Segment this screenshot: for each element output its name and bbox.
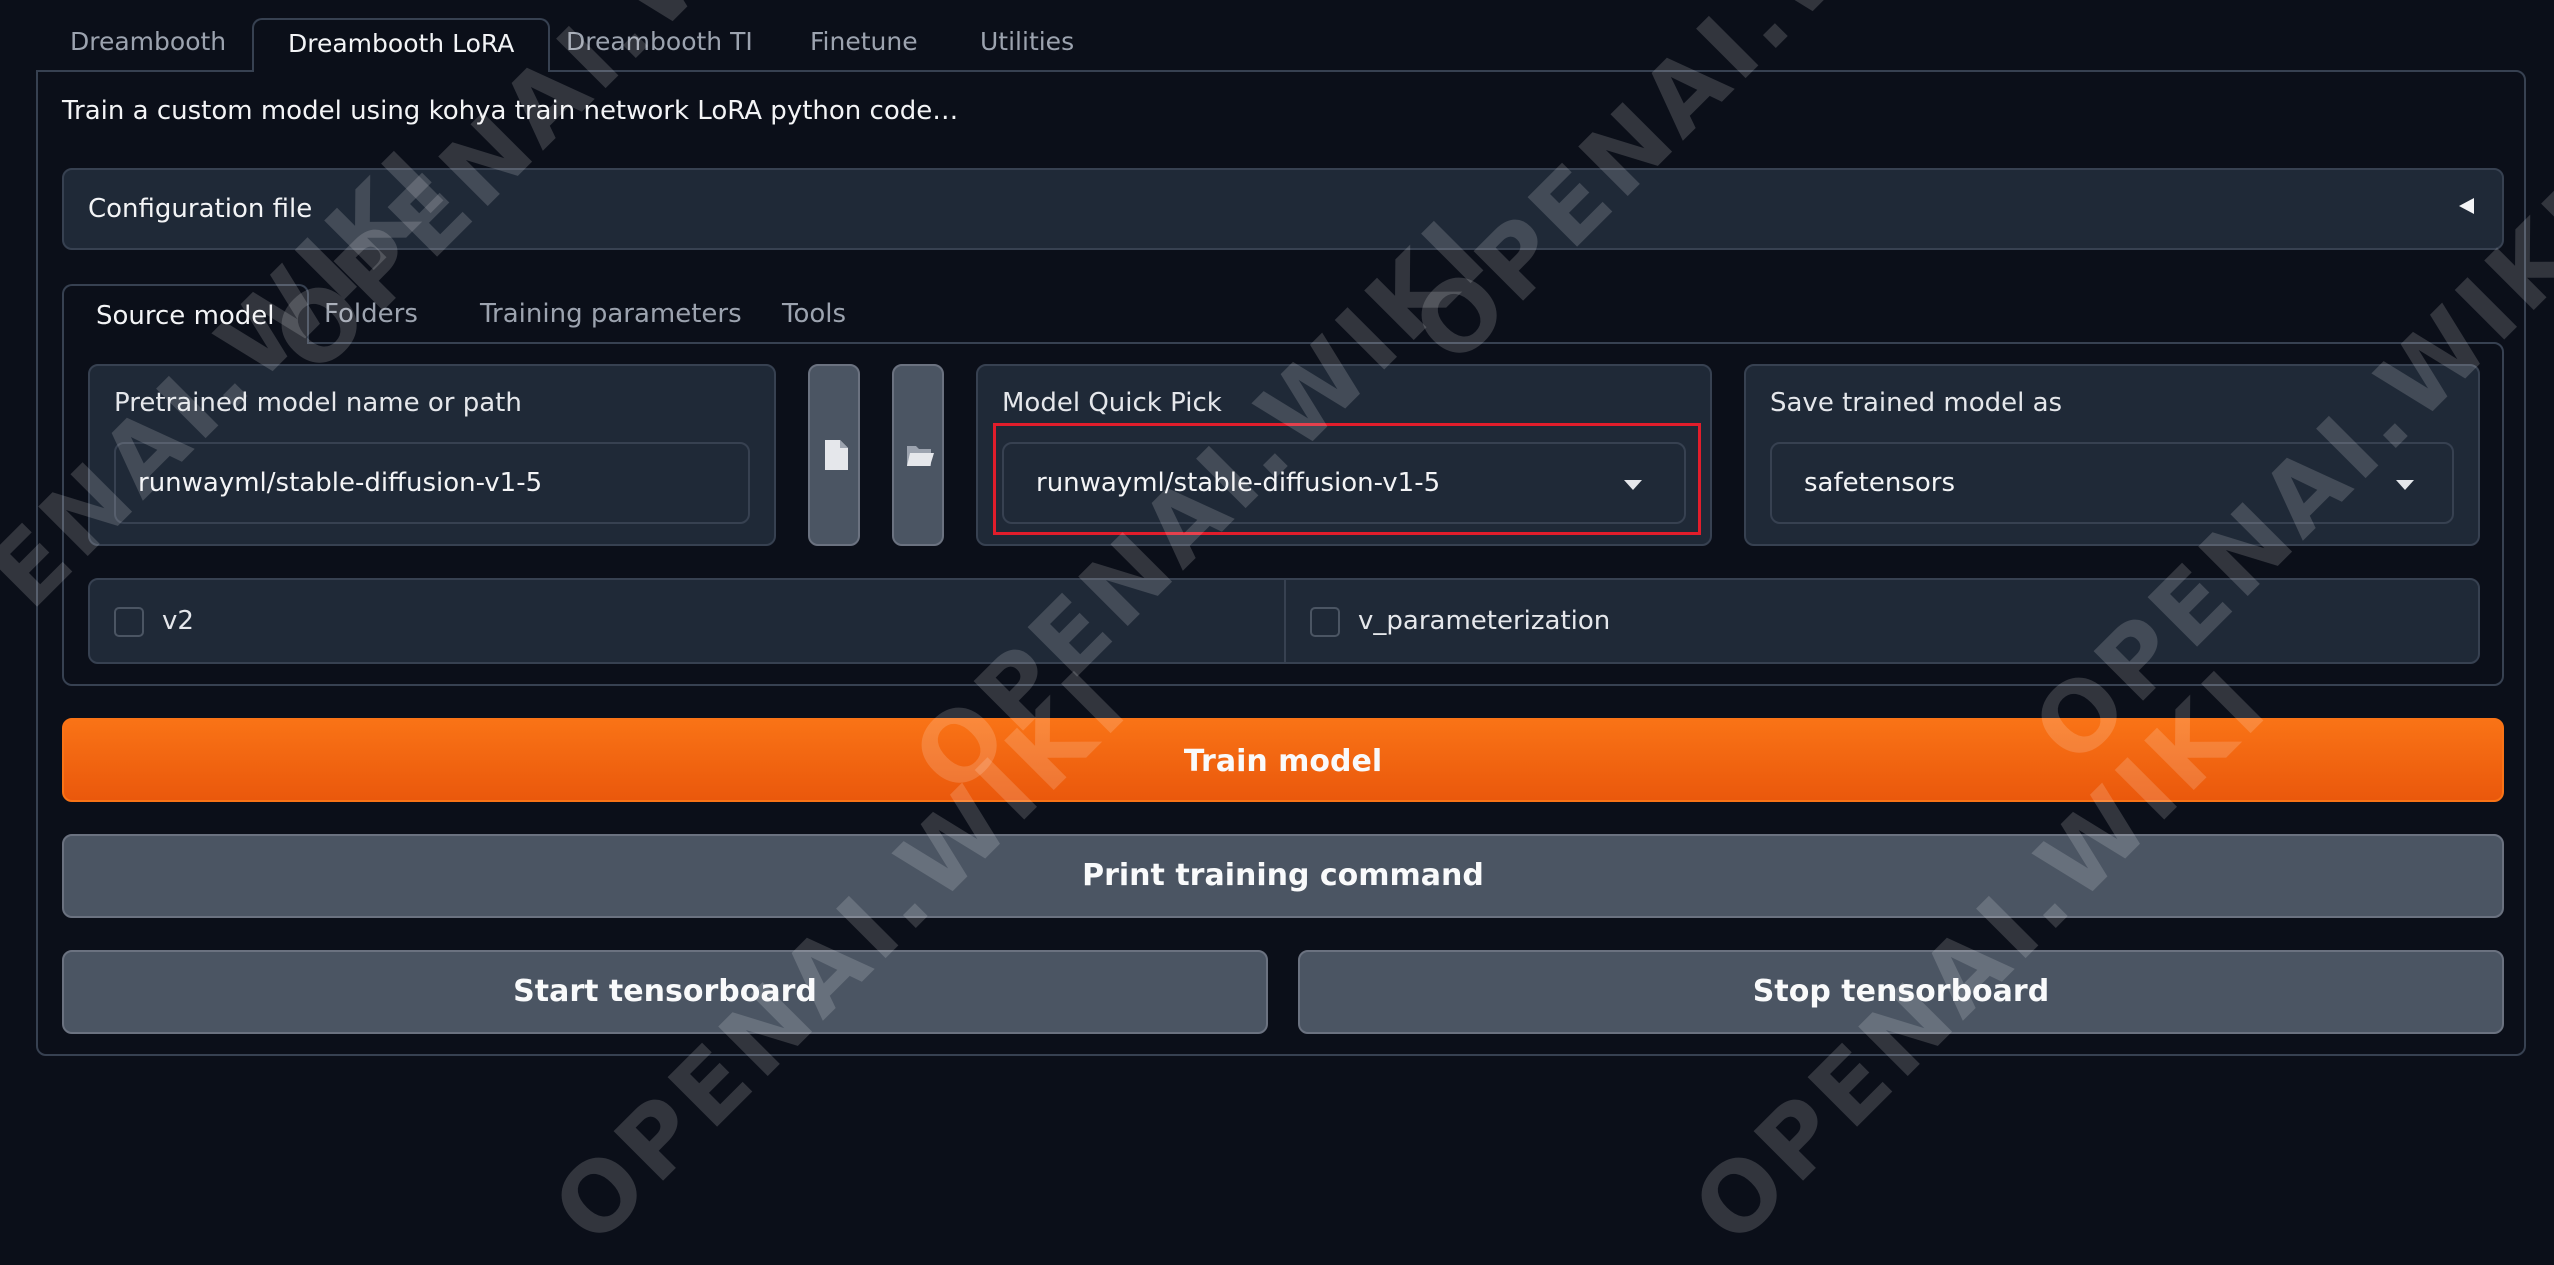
chevron-down-icon bbox=[2396, 480, 2414, 490]
v2-checkbox[interactable] bbox=[114, 607, 144, 637]
configuration-file-accordion[interactable]: Configuration file bbox=[62, 168, 2504, 250]
open-file-button[interactable] bbox=[808, 364, 860, 546]
pretrained-model-label: Pretrained model name or path bbox=[114, 388, 522, 418]
model-quick-pick-label: Model Quick Pick bbox=[1002, 388, 1222, 418]
save-model-as-label: Save trained model as bbox=[1770, 388, 2063, 418]
highlight-box bbox=[993, 423, 1701, 535]
triangle-left-icon bbox=[2452, 192, 2480, 220]
tab-source-model[interactable]: Source model bbox=[62, 284, 309, 344]
v-parameterization-checkbox-item[interactable]: v_parameterization bbox=[1286, 580, 2480, 662]
tab-description: Train a custom model using kohya train n… bbox=[62, 96, 959, 126]
folder-open-icon bbox=[907, 446, 934, 466]
tab-training-parameters[interactable]: Training parameters bbox=[448, 284, 774, 344]
open-folder-button[interactable] bbox=[892, 364, 944, 546]
stop-tensorboard-button[interactable]: Stop tensorboard bbox=[1298, 950, 2504, 1034]
v2-label: v2 bbox=[162, 606, 194, 636]
v-parameterization-checkbox[interactable] bbox=[1310, 607, 1340, 637]
pretrained-model-block: Pretrained model name or path runwayml/s… bbox=[88, 364, 776, 546]
print-training-command-button[interactable]: Print training command bbox=[62, 834, 2504, 918]
save-model-as-dropdown[interactable]: safetensors bbox=[1770, 442, 2454, 524]
tab-utilities[interactable]: Utilities bbox=[946, 18, 1108, 72]
file-icon bbox=[825, 440, 848, 470]
model-options-row: v2 v_parameterization bbox=[88, 578, 2480, 664]
pretrained-model-value: runwayml/stable-diffusion-v1-5 bbox=[138, 468, 543, 498]
train-model-button[interactable]: Train model bbox=[62, 718, 2504, 802]
tab-folders[interactable]: Folders bbox=[292, 284, 450, 344]
tab-dreambooth-lora[interactable]: Dreambooth LoRA bbox=[252, 18, 551, 72]
save-model-as-value: safetensors bbox=[1804, 468, 1955, 498]
start-tensorboard-button[interactable]: Start tensorboard bbox=[62, 950, 1268, 1034]
v2-checkbox-item[interactable]: v2 bbox=[90, 580, 1284, 662]
tab-tools[interactable]: Tools bbox=[750, 284, 878, 344]
tab-finetune[interactable]: Finetune bbox=[776, 18, 952, 72]
save-model-as-block: Save trained model as safetensors bbox=[1744, 364, 2480, 546]
tab-dreambooth[interactable]: Dreambooth bbox=[36, 18, 260, 72]
v-parameterization-label: v_parameterization bbox=[1358, 606, 1611, 636]
tab-dreambooth-ti[interactable]: Dreambooth TI bbox=[532, 18, 787, 72]
pretrained-model-input[interactable]: runwayml/stable-diffusion-v1-5 bbox=[114, 442, 750, 524]
accordion-label: Configuration file bbox=[88, 194, 313, 224]
